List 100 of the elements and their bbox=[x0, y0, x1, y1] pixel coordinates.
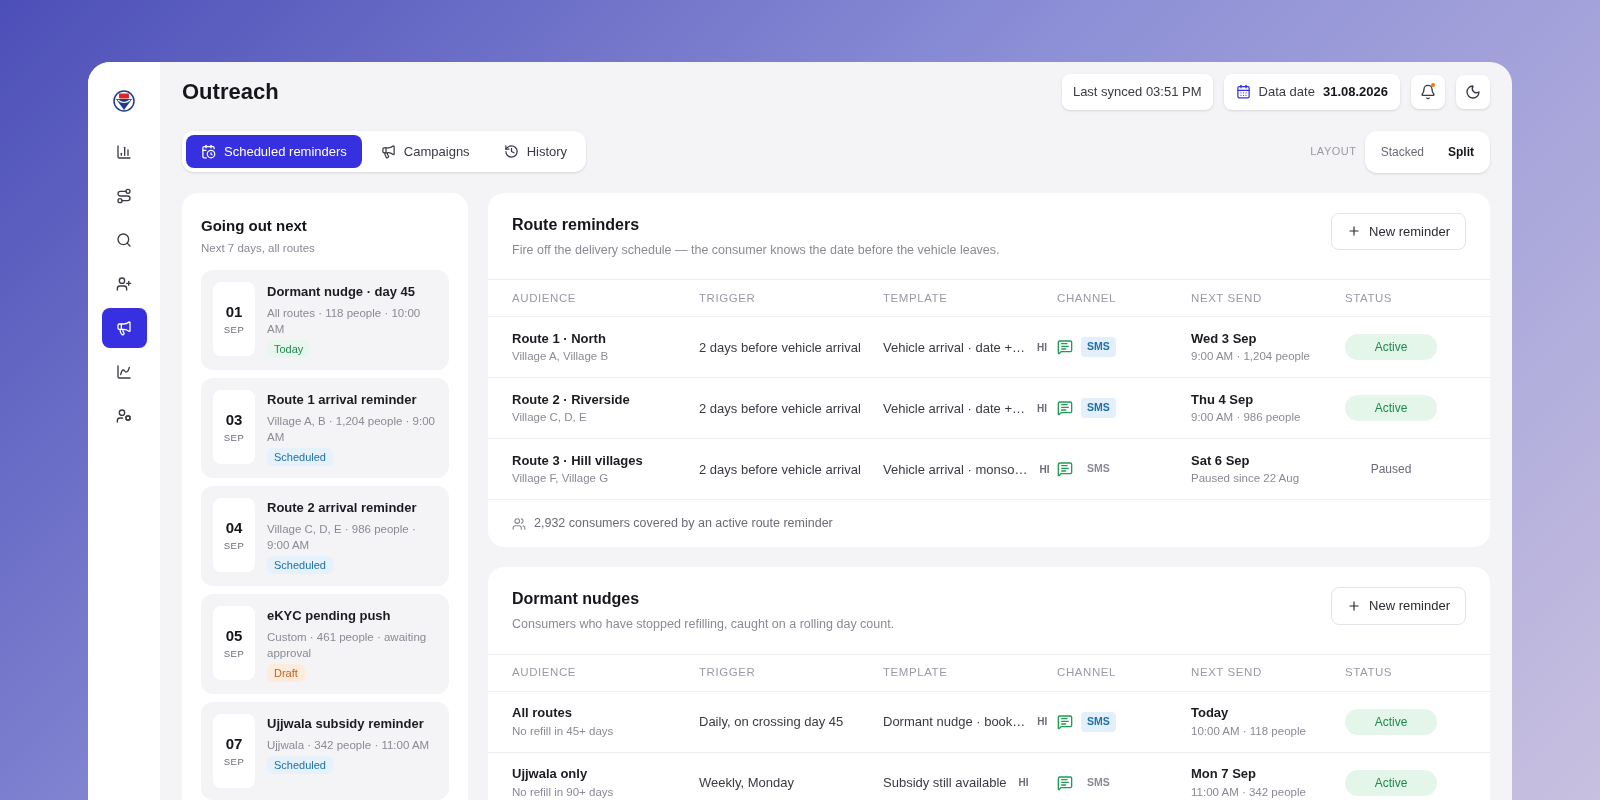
audience-name: Route 3 · Hill villages bbox=[512, 451, 644, 470]
data-date-chip[interactable]: Data date 31.08.2026 bbox=[1223, 74, 1400, 110]
schedule-detail: Ujjwala · 342 people · 11:00 AM bbox=[267, 737, 430, 753]
status-badge: Scheduled bbox=[267, 755, 333, 775]
language-code: HI bbox=[1037, 401, 1047, 416]
notifications-button[interactable] bbox=[1411, 74, 1445, 109]
status-pill: Active bbox=[1345, 334, 1437, 361]
new-reminder-button[interactable]: New reminder bbox=[1331, 212, 1466, 250]
next-send-date: Wed 3 Sep bbox=[1191, 329, 1258, 348]
column-header: NEXT SEND bbox=[1191, 290, 1263, 306]
plus-icon bbox=[1347, 224, 1362, 239]
month-label: SEP bbox=[223, 755, 245, 770]
language-code: HI bbox=[1018, 776, 1029, 791]
audience-detail: No refill in 90+ days bbox=[512, 784, 615, 800]
column-header: AUDIENCE bbox=[512, 290, 578, 306]
language-code: HI bbox=[1037, 340, 1047, 355]
column-header: NEXT SEND bbox=[1191, 665, 1263, 681]
tab[interactable]: Scheduled reminders bbox=[186, 135, 362, 168]
layout-option[interactable]: Stacked bbox=[1368, 134, 1436, 169]
bell-icon bbox=[1420, 83, 1436, 100]
date-label: Data date bbox=[1258, 83, 1315, 101]
status-pill: Active bbox=[1345, 769, 1437, 796]
trigger-text: 2 days before vehicle arrival bbox=[699, 399, 862, 418]
status-badge: Scheduled bbox=[267, 447, 333, 467]
schedule-title: Route 2 arrival reminder bbox=[267, 499, 418, 518]
sidebar-item[interactable] bbox=[101, 308, 147, 348]
language-code: HI bbox=[1039, 462, 1050, 477]
status-badge: Scheduled bbox=[267, 555, 333, 575]
day-number: 05 bbox=[225, 625, 243, 646]
line-chart-icon bbox=[116, 364, 132, 380]
column-header: TEMPLATE bbox=[883, 290, 949, 306]
new-reminder-button[interactable]: New reminder bbox=[1331, 587, 1466, 625]
day-number: 04 bbox=[225, 517, 243, 538]
message-icon bbox=[1057, 339, 1073, 356]
month-label: SEP bbox=[223, 539, 245, 554]
history-icon bbox=[503, 144, 519, 159]
audience-name: Route 2 · Riverside bbox=[512, 390, 631, 409]
channel-tag: SMS bbox=[1081, 337, 1116, 358]
schedule-title: Route 1 arrival reminder bbox=[267, 391, 418, 410]
schedule-detail: Village A, B · 1,204 people · 9:00 AM bbox=[267, 413, 436, 445]
next-send-detail: 11:00 AM · 342 people bbox=[1191, 784, 1307, 800]
schedule-card[interactable]: 04 SEP Route 2 arrival reminder Village C, D, E · 986 people · 9:00 AM Scheduled bbox=[201, 486, 449, 587]
month-label: SEP bbox=[223, 647, 245, 662]
message-icon bbox=[1057, 400, 1073, 417]
day-number: 03 bbox=[225, 409, 243, 430]
next-send-date: Mon 7 Sep bbox=[1191, 765, 1257, 784]
channel-tag: SMS bbox=[1081, 772, 1116, 793]
message-icon bbox=[1057, 774, 1073, 791]
audience-detail: Village C, D, E bbox=[512, 410, 588, 426]
calendar-icon bbox=[201, 144, 216, 159]
audience-name: Route 1 · North bbox=[512, 329, 607, 348]
user-plus-icon bbox=[116, 276, 132, 292]
template-name: Dormant nudge · book… bbox=[883, 713, 1026, 731]
trigger-text: Weekly, Monday bbox=[699, 774, 795, 792]
column-header: AUDIENCE bbox=[512, 665, 578, 681]
audience-name: Ujjwala only bbox=[512, 765, 589, 784]
next-send-date: Today bbox=[1191, 704, 1230, 723]
layout-label: LAYOUT bbox=[1310, 144, 1357, 160]
bar-chart-icon bbox=[116, 144, 132, 160]
layout-option[interactable]: Split bbox=[1436, 134, 1486, 169]
column-header: CHANNEL bbox=[1057, 665, 1117, 681]
sync-status: Last synced 03:51 PM bbox=[1061, 74, 1213, 110]
next-send-detail: 9:00 AM · 1,204 people bbox=[1191, 349, 1311, 365]
status-badge: Draft bbox=[267, 663, 305, 683]
tab[interactable]: History bbox=[488, 135, 583, 168]
status-pill: Active bbox=[1345, 395, 1437, 422]
column-header: TRIGGER bbox=[699, 665, 757, 681]
tab[interactable]: Campaigns bbox=[365, 135, 485, 168]
search-icon bbox=[116, 232, 132, 248]
status-text: Paused bbox=[1369, 461, 1413, 479]
moon-icon bbox=[1465, 83, 1481, 100]
audience-name: All routes bbox=[512, 704, 573, 723]
theme-toggle-button[interactable] bbox=[1456, 74, 1490, 109]
column-header: CHANNEL bbox=[1057, 290, 1117, 306]
schedule-card[interactable]: 07 SEP Ujjwala subsidy reminder Ujjwala · 342 people · 11:00 AM Scheduled bbox=[201, 702, 449, 800]
template-name: Vehicle arrival · date +… bbox=[883, 338, 1025, 357]
next-send-date: Sat 6 Sep bbox=[1191, 451, 1251, 470]
month-label: SEP bbox=[223, 323, 245, 338]
panel-subtitle: Next 7 days, all routes bbox=[201, 241, 316, 256]
status-badge: Today bbox=[267, 339, 311, 359]
day-number: 01 bbox=[225, 301, 243, 322]
section-subtitle: Consumers who have stopped refilling, caught on a rolling day count. bbox=[512, 616, 895, 633]
megaphone-icon bbox=[116, 320, 132, 336]
next-send-detail: 9:00 AM · 986 people bbox=[1191, 410, 1302, 426]
schedule-card[interactable]: 03 SEP Route 1 arrival reminder Village A, B · 1,204 people · 9:00 AM Scheduled bbox=[201, 378, 449, 479]
schedule-card[interactable]: 01 SEP Dormant nudge · day 45 All routes · 118 people · 10:00 AM Today bbox=[201, 270, 449, 371]
schedule-detail: All routes · 118 people · 10:00 AM bbox=[267, 305, 422, 337]
schedule-title: Dormant nudge · day 45 bbox=[267, 283, 417, 302]
channel-tag: SMS bbox=[1081, 459, 1116, 480]
section-title: Dormant nudges bbox=[512, 589, 641, 609]
schedule-title: eKYC pending push bbox=[267, 607, 392, 626]
column-header: STATUS bbox=[1345, 665, 1394, 681]
audience-detail: Village F, Village G bbox=[512, 471, 610, 487]
trigger-text: 2 days before vehicle arrival bbox=[699, 460, 862, 479]
schedule-card[interactable]: 05 SEP eKYC pending push Custom · 461 people · awaiting approval Draft bbox=[201, 594, 449, 695]
status-pill: Active bbox=[1345, 708, 1437, 735]
day-number: 07 bbox=[225, 733, 243, 754]
next-send-detail: 10:00 AM · 118 people bbox=[1191, 723, 1307, 739]
month-label: SEP bbox=[223, 431, 245, 446]
column-header: STATUS bbox=[1345, 290, 1394, 306]
